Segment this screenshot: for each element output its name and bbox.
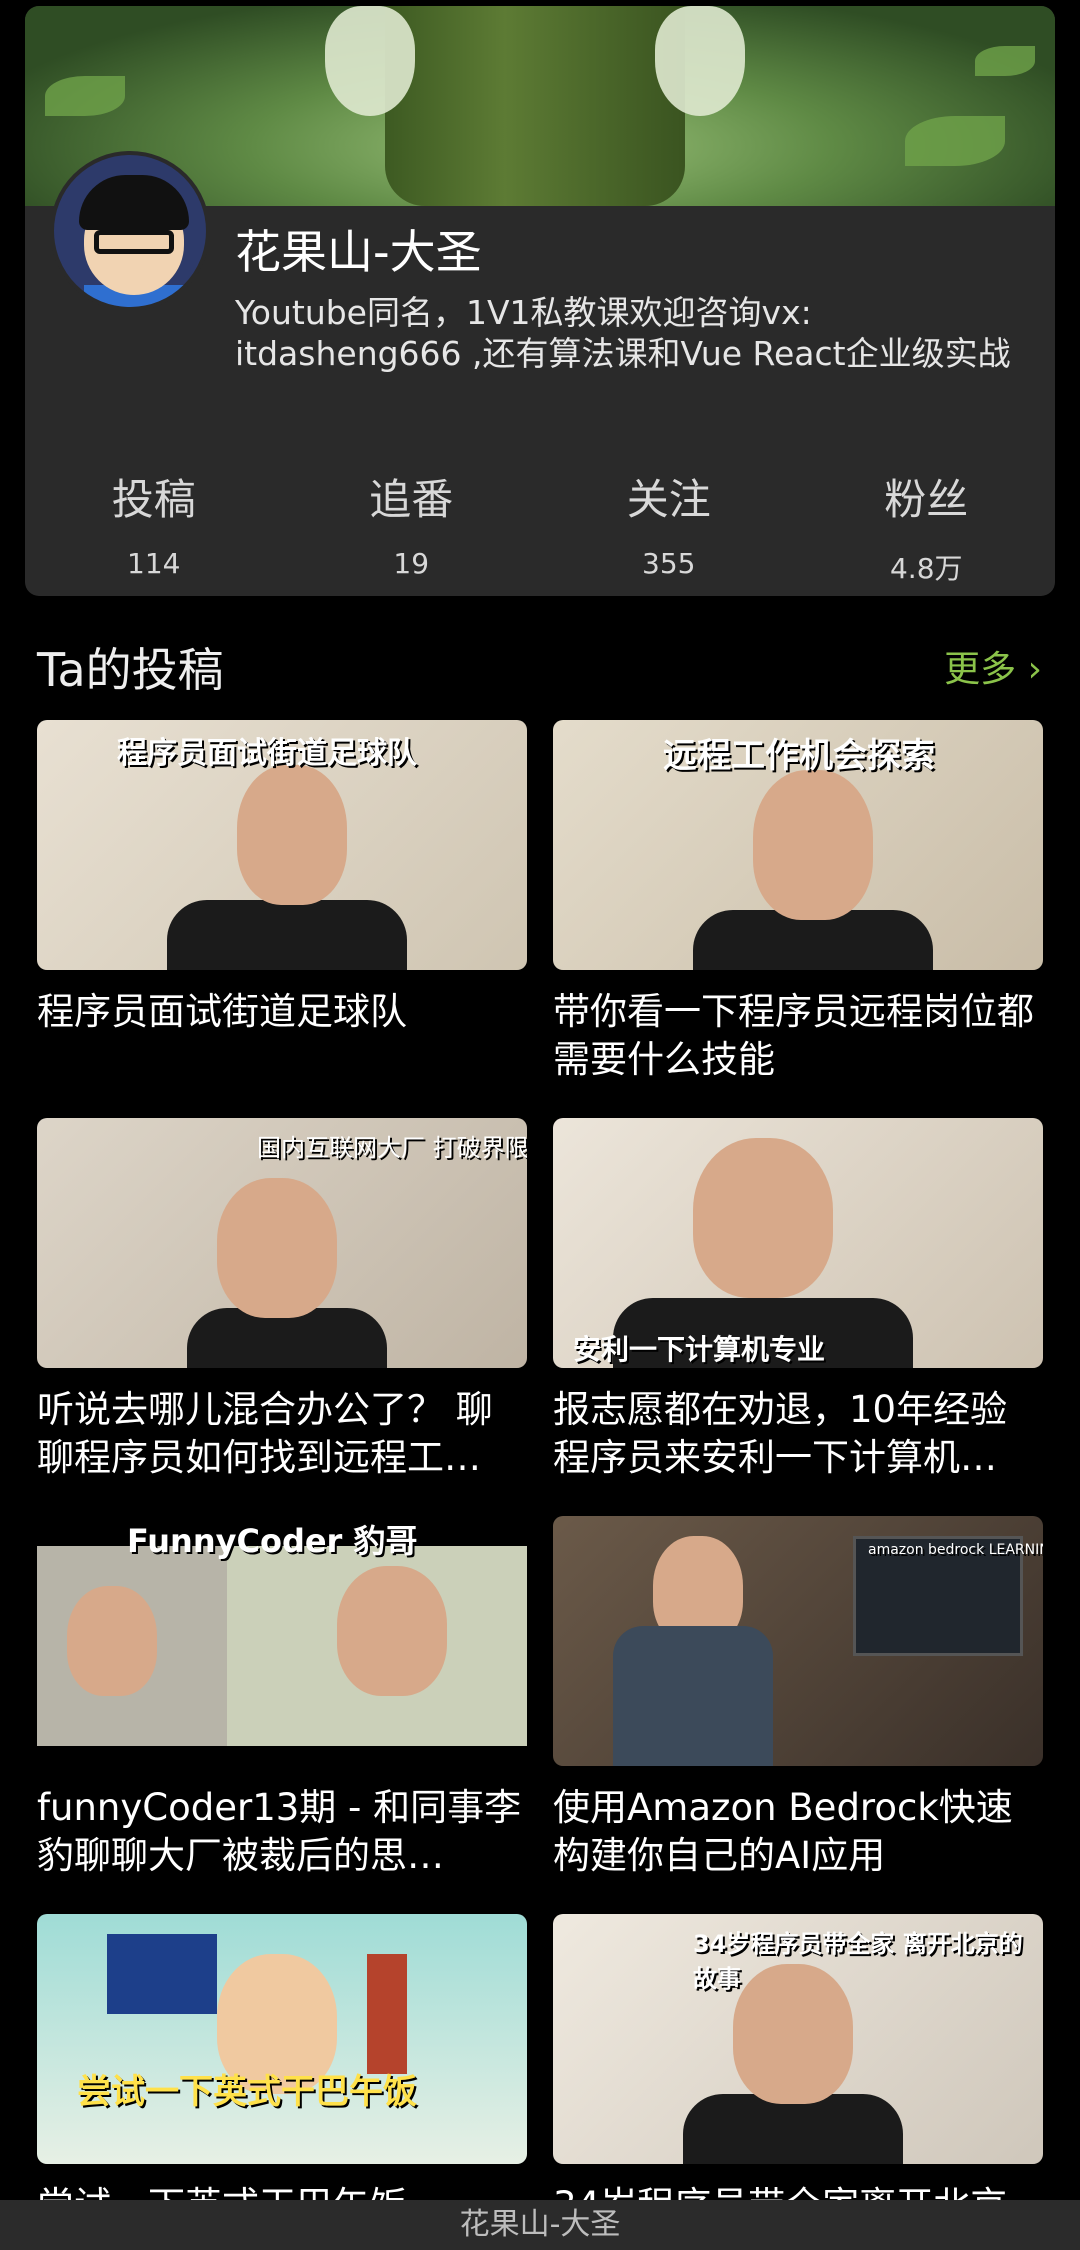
- thumbnail-overlay-text: 34岁程序员带全家 离开北京的故事: [693, 1930, 1023, 1993]
- stat-label: 关注: [626, 475, 711, 524]
- thumbnail-overlay-text: 国内互联网大厂 打破界限: [257, 1134, 527, 1162]
- stat-following-series[interactable]: 追番 19: [283, 466, 541, 587]
- avatar[interactable]: [50, 151, 210, 311]
- video-thumbnail[interactable]: 34岁程序员带全家 离开北京的故事: [553, 1914, 1043, 2164]
- profile-name: 花果山-大圣: [235, 225, 482, 279]
- stat-label: 追番: [369, 475, 454, 524]
- video-thumbnail[interactable]: 安利一下计算机专业: [553, 1118, 1043, 1368]
- profile-stats: 投稿 114 追番 19 关注 355 粉丝 4.8万: [25, 466, 1055, 587]
- video-thumbnail[interactable]: FunnyCoder 豹哥: [37, 1516, 527, 1766]
- video-title: 报志愿都在劝退，10年经验程序员来安利一下计算机…: [553, 1388, 1008, 1479]
- thumbnail-overlay-text: 远程工作机会探索: [663, 736, 935, 776]
- thumbnail-overlay-text: 程序员面试街道足球队: [117, 736, 417, 771]
- profile-bio: Youtube同名，1V1私教课欢迎咨询vx: itdasheng666 ,还有…: [235, 293, 1011, 373]
- video-card[interactable]: amazon bedrock LEARNING 使用Amazon Bedrock…: [553, 1516, 1043, 1880]
- video-card[interactable]: 程序员面试街道足球队 程序员面试街道足球队: [37, 720, 527, 1084]
- stat-value: 19: [393, 547, 430, 580]
- section-title: Ta的投稿: [37, 643, 224, 697]
- video-card[interactable]: 安利一下计算机专业 报志愿都在劝退，10年经验程序员来安利一下计算机…: [553, 1118, 1043, 1482]
- bottom-title: 花果山-大圣: [459, 2207, 621, 2242]
- video-card[interactable]: 远程工作机会探索 带你看一下程序员远程岗位都需要什么技能: [553, 720, 1043, 1084]
- more-link[interactable]: 更多 ›: [944, 640, 1042, 692]
- thumbnail-overlay-text: 安利一下计算机专业: [573, 1333, 826, 1366]
- thumbnail-overlay-text: FunnyCoder 豹哥: [127, 1522, 418, 1560]
- stat-value: 114: [127, 547, 181, 580]
- stat-value: 4.8万: [889, 552, 963, 585]
- video-title: 使用Amazon Bedrock快速构建你自己的AI应用: [553, 1786, 1013, 1877]
- stat-label: 投稿: [111, 475, 196, 524]
- stat-value: 355: [642, 547, 696, 580]
- video-thumbnail[interactable]: 国内互联网大厂 打破界限: [37, 1118, 527, 1368]
- bottom-title-bar: 花果山-大圣: [0, 2200, 1080, 2250]
- video-thumbnail[interactable]: 程序员面试街道足球队: [37, 720, 527, 970]
- stat-posts[interactable]: 投稿 114: [25, 466, 283, 587]
- stat-followers[interactable]: 粉丝 4.8万: [798, 466, 1056, 587]
- video-card[interactable]: 国内互联网大厂 打破界限 听说去哪儿混合办公了？ 聊聊程序员如何找到远程工…: [37, 1118, 527, 1482]
- thumbnail-overlay-text: 尝试一下英式干巴午饭: [77, 2072, 417, 2112]
- stat-following[interactable]: 关注 355: [540, 466, 798, 587]
- video-thumbnail[interactable]: 尝试一下英式干巴午饭: [37, 1914, 527, 2164]
- video-thumbnail[interactable]: 远程工作机会探索: [553, 720, 1043, 970]
- video-title: funnyCoder13期 - 和同事李豹聊聊大厂被裁后的思…: [37, 1786, 522, 1877]
- video-title: 带你看一下程序员远程岗位都需要什么技能: [553, 990, 1034, 1081]
- video-card[interactable]: FunnyCoder 豹哥 funnyCoder13期 - 和同事李豹聊聊大厂被…: [37, 1516, 527, 1880]
- video-thumbnail[interactable]: amazon bedrock LEARNING: [553, 1516, 1043, 1766]
- profile-card: 花果山-大圣 Youtube同名，1V1私教课欢迎咨询vx: itdasheng…: [25, 6, 1055, 596]
- thumbnail-overlay-text: amazon bedrock LEARNING: [868, 1542, 1043, 1558]
- video-title: 程序员面试街道足球队: [37, 990, 407, 1033]
- stat-label: 粉丝: [884, 475, 969, 524]
- video-title: 听说去哪儿混合办公了？ 聊聊程序员如何找到远程工…: [37, 1388, 493, 1479]
